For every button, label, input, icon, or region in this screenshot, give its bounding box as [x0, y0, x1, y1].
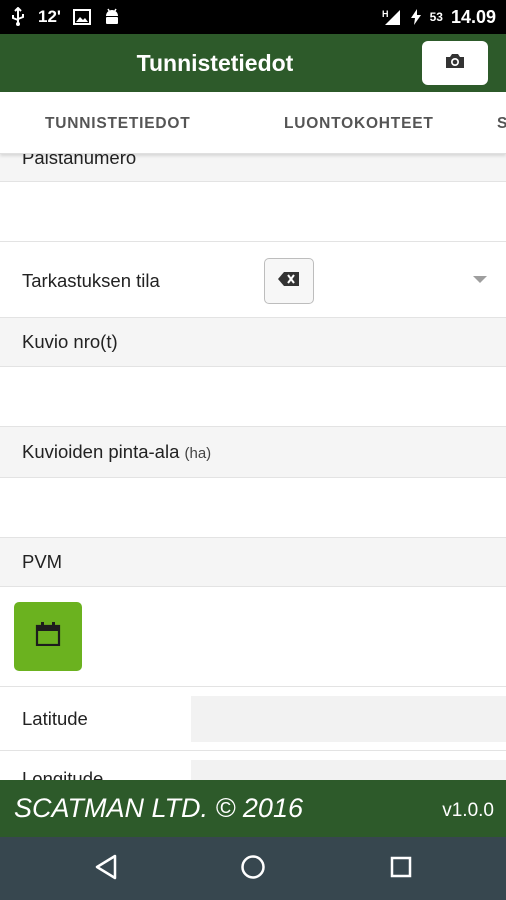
pvm-label-row: PVM: [0, 538, 506, 587]
pinta-ala-label-row: Kuvioiden pinta-ala (ha): [0, 427, 506, 478]
tarkastuksen-tila-label: Tarkastuksen tila: [22, 270, 160, 291]
signal-label: H: [382, 9, 389, 19]
tab-luontokohteet[interactable]: LUONTOKOHTEET: [284, 115, 434, 133]
pinta-ala-label: Kuvioiden pinta-ala (ha): [22, 441, 211, 463]
kuvio-label: Kuvio nro(t): [22, 331, 118, 352]
calendar-icon: [35, 622, 61, 651]
system-nav-bar: [0, 837, 506, 900]
palstanumero-label: Palstanumero: [22, 154, 137, 168]
battery-level: 53: [429, 10, 443, 24]
usb-icon: [10, 7, 26, 27]
image-icon: [72, 9, 91, 25]
longitude-label: Longitude: [22, 768, 104, 780]
version-text: v1.0.0: [442, 800, 494, 821]
android-icon: [103, 7, 121, 27]
longitude-input[interactable]: [191, 760, 506, 780]
pinta-ala-label-text: Kuvioiden pinta-ala: [22, 441, 180, 462]
charging-icon: [410, 8, 422, 26]
signal-icon: H: [380, 8, 402, 26]
status-bar: 12' H 53 14.09: [0, 0, 506, 34]
tab-next[interactable]: S: [497, 115, 506, 133]
kuvio-label-row: Kuvio nro(t): [0, 318, 506, 367]
tab-tunnistetiedot[interactable]: TUNNISTETIEDOT: [45, 115, 191, 133]
home-button[interactable]: [236, 852, 270, 886]
date-picker-button[interactable]: [14, 602, 82, 671]
app-bar: Tunnistetiedot: [0, 34, 506, 92]
latitude-label: Latitude: [22, 708, 88, 729]
home-icon: [240, 854, 266, 885]
page-title: Tunnistetiedot: [136, 49, 294, 76]
camera-button[interactable]: [422, 41, 488, 85]
camera-icon: [444, 52, 466, 75]
pinta-ala-input[interactable]: [0, 478, 506, 538]
latitude-input[interactable]: [191, 696, 506, 742]
backspace-icon: [278, 271, 300, 291]
back-button[interactable]: [89, 852, 123, 886]
palstanumero-input[interactable]: [0, 182, 506, 242]
temperature-text: 12': [38, 7, 61, 26]
tarkastuksen-tila-dropdown-icon[interactable]: [473, 276, 487, 283]
tab-bar: TUNNISTETIEDOT LUONTOKOHTEET S: [0, 92, 506, 154]
clock: 14.09: [450, 6, 496, 27]
copyright-text: SCATMAN LTD. © 2016: [14, 793, 303, 823]
recent-apps-icon: [389, 855, 413, 884]
footer: SCATMAN LTD. © 2016 v1.0.0: [0, 780, 506, 837]
app-screen: 12' H 53 14.09 Tunnistetiedot TUNNISTETI…: [0, 0, 506, 900]
pinta-ala-unit: (ha): [184, 445, 212, 462]
recent-apps-button[interactable]: [384, 852, 418, 886]
palstanumero-label-row: Palstanumero: [0, 154, 506, 182]
form-content: Palstanumero Tarkastuksen tila Kuvio nro…: [0, 154, 506, 780]
clear-selection-button[interactable]: [264, 258, 314, 304]
pvm-label: PVM: [22, 551, 63, 572]
back-icon: [94, 854, 118, 885]
kuvio-input[interactable]: [0, 367, 506, 427]
tarkastuksen-tila-row: Tarkastuksen tila: [0, 242, 506, 318]
